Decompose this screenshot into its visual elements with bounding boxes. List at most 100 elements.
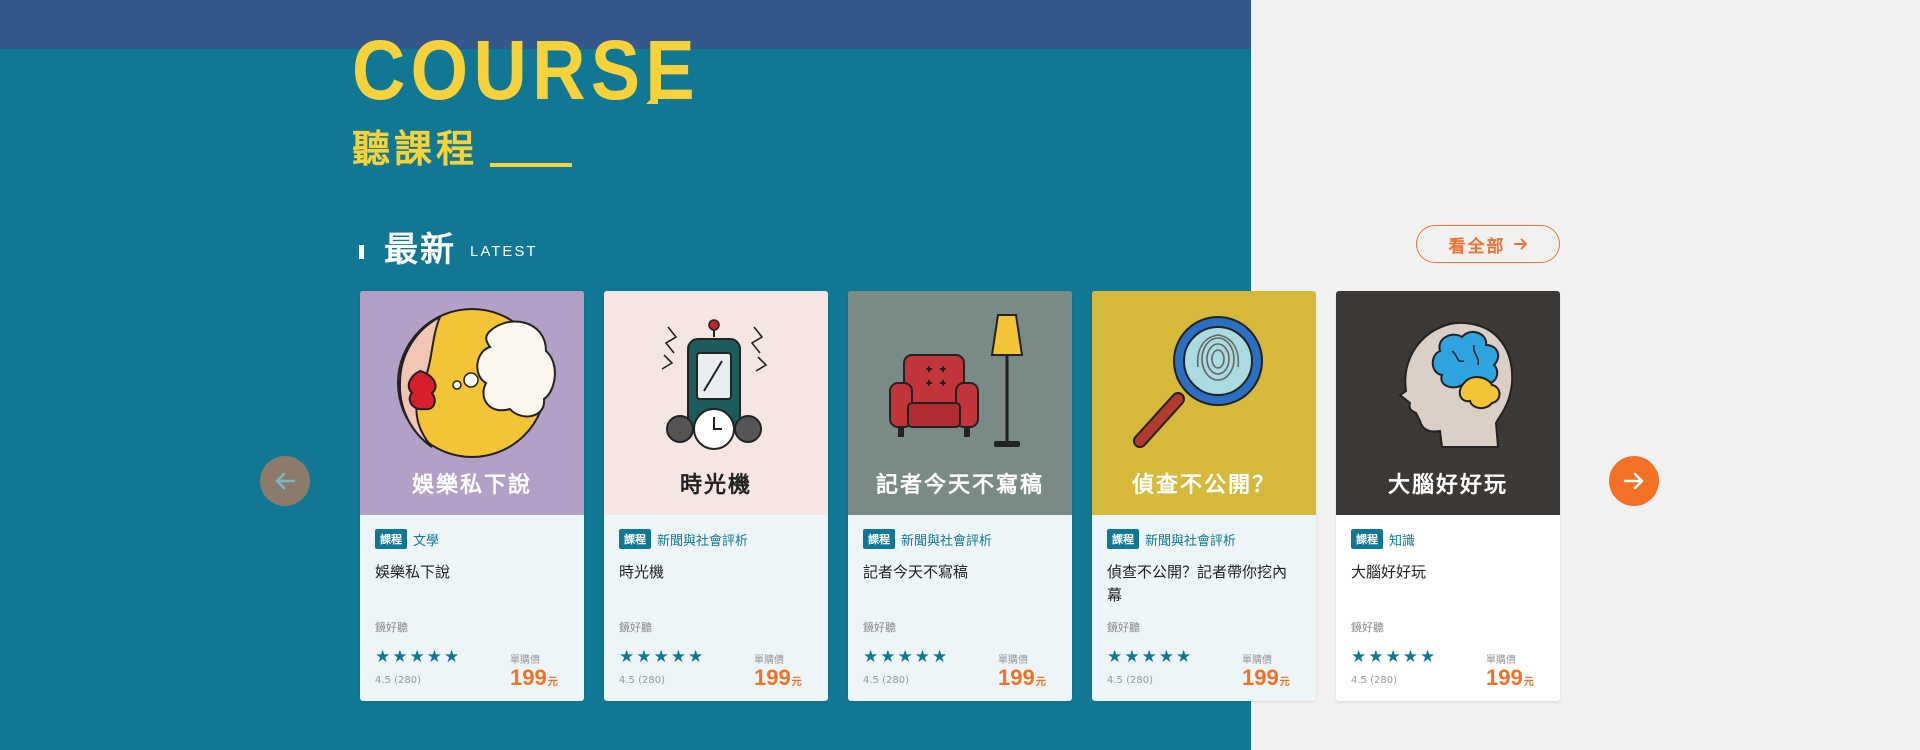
star-icon: ★: [392, 647, 408, 667]
star-icon: ★: [1176, 647, 1192, 667]
card-body: 課程 新聞與社會評析 記者今天不寫稿 鏡好聽 ★ ★ ★ ★ ★ 4.5 (280) 單…: [848, 515, 1072, 701]
card-cover-title: 偵查不公開？: [1131, 473, 1276, 498]
star-icon: ★: [1124, 647, 1140, 667]
section-header: 最新 LATEST: [359, 222, 538, 271]
star-icon: ★: [1402, 647, 1418, 667]
card-cover-title: 記者今天不寫稿: [875, 473, 1044, 498]
price-label: 單購價: [510, 655, 540, 666]
category-label: 文學: [413, 533, 440, 549]
currency: 元: [791, 677, 802, 688]
publisher: 鏡好聽: [1351, 621, 1384, 634]
section-marker: [359, 244, 364, 259]
see-all-button[interactable]: 看全部: [1416, 225, 1560, 263]
star-rating: ★ ★ ★ ★ ★: [375, 649, 459, 666]
course-title[interactable]: 娛樂私下說: [375, 561, 569, 607]
card-tag-row: 課程 新聞與社會評析: [863, 529, 1057, 549]
price-value: 199: [1486, 665, 1523, 690]
card-cover: 娛樂私下說: [360, 291, 584, 515]
card-tag-row: 課程 新聞與社會評析: [619, 529, 813, 549]
star-icon: ★: [1107, 647, 1123, 667]
category-label: 新聞與社會評析: [1145, 533, 1237, 549]
star-icon: ★: [1351, 647, 1367, 667]
star-icon: ★: [897, 647, 913, 667]
card-body: 課程 文學 娛樂私下說 鏡好聽 ★ ★ ★ ★ ★ 4.5 (280) 單購價 199元: [360, 515, 584, 701]
currency: 元: [1523, 677, 1534, 688]
star-icon: ★: [1141, 647, 1157, 667]
rating-text: 4.5 (280): [375, 675, 421, 686]
type-badge: 課程: [1107, 529, 1139, 549]
currency: 元: [1035, 677, 1046, 688]
card-cover: 記者今天不寫稿: [848, 291, 1072, 515]
price-label: 單購價: [998, 655, 1028, 666]
currency: 元: [547, 677, 558, 688]
publisher: 鏡好聽: [863, 621, 896, 634]
card-cover: 時光機: [604, 291, 828, 515]
category-label: 知識: [1389, 533, 1416, 549]
currency: 元: [1279, 677, 1290, 688]
price: 199元: [1486, 665, 1546, 691]
price: 199元: [510, 665, 570, 691]
course-title[interactable]: 大腦好好玩: [1351, 561, 1545, 607]
card-tag-row: 課程 知識: [1351, 529, 1545, 549]
hero-triangle-decoration: [646, 92, 658, 104]
card-tag-row: 課程 文學: [375, 529, 569, 549]
card-cover-title: 大腦好好玩: [1387, 473, 1508, 498]
course-card[interactable]: 時光機 課程 新聞與社會評析 時光機 鏡好聽 ★ ★ ★ ★ ★ 4.5 (280) 單…: [604, 291, 828, 701]
rating-text: 4.5 (280): [619, 675, 665, 686]
publisher: 鏡好聽: [1107, 621, 1140, 634]
course-card[interactable]: 娛樂私下說 課程 文學 娛樂私下說 鏡好聽 ★ ★ ★ ★ ★ 4.5 (280) 單購…: [360, 291, 584, 701]
section-title: 最新: [384, 230, 456, 270]
price-label: 單購價: [754, 655, 784, 666]
type-badge: 課程: [1351, 529, 1383, 549]
carousel-prev-button[interactable]: [260, 456, 310, 506]
rating-text: 4.5 (280): [863, 675, 909, 686]
arrow-right-icon: [1513, 238, 1527, 250]
hero-subtitle: 聽課程: [352, 127, 479, 171]
see-all-label: 看全部: [1448, 236, 1506, 256]
course-title[interactable]: 記者今天不寫稿: [863, 561, 1057, 607]
arrow-left-icon: [275, 472, 296, 490]
course-card[interactable]: 偵查不公開？ 課程 新聞與社會評析 偵查不公開？記者帶你挖內幕 鏡好聽 ★ ★ ★ ★…: [1092, 291, 1316, 701]
star-icon: ★: [1158, 647, 1174, 667]
price-value: 199: [1242, 665, 1279, 690]
card-body: 課程 新聞與社會評析 時光機 鏡好聽 ★ ★ ★ ★ ★ 4.5 (280) 單購價 1…: [604, 515, 828, 701]
section-subtitle-en: LATEST: [470, 243, 538, 260]
star-icon: ★: [619, 647, 635, 667]
star-rating: ★ ★ ★ ★ ★: [1107, 649, 1191, 666]
price: 199元: [998, 665, 1058, 691]
star-rating: ★ ★ ★ ★ ★: [619, 649, 703, 666]
price-label: 單購價: [1242, 655, 1272, 666]
star-rating: ★ ★ ★ ★ ★: [1351, 649, 1435, 666]
star-icon: ★: [932, 647, 948, 667]
star-icon: ★: [409, 647, 425, 667]
star-icon: ★: [1420, 647, 1436, 667]
star-icon: ★: [636, 647, 652, 667]
course-card[interactable]: 大腦好好玩 課程 知識 大腦好好玩 鏡好聽 ★ ★ ★ ★ ★ 4.5 (280) 單購…: [1336, 291, 1560, 701]
star-icon: ★: [880, 647, 896, 667]
card-cover: 大腦好好玩: [1336, 291, 1560, 515]
star-rating: ★ ★ ★ ★ ★: [863, 649, 947, 666]
course-title[interactable]: 偵查不公開？記者帶你挖內幕: [1107, 561, 1301, 607]
price-label: 單購價: [1486, 655, 1516, 666]
arrow-right-icon: [1623, 472, 1644, 490]
star-icon: ★: [375, 647, 391, 667]
hero-underline: [490, 163, 573, 167]
course-title[interactable]: 時光機: [619, 561, 813, 607]
card-body: 課程 知識 大腦好好玩 鏡好聽 ★ ★ ★ ★ ★ 4.5 (280) 單購價 199元: [1336, 515, 1560, 701]
rating-text: 4.5 (280): [1107, 675, 1153, 686]
card-body: 課程 新聞與社會評析 偵查不公開？記者帶你挖內幕 鏡好聽 ★ ★ ★ ★ ★ 4.5 (…: [1092, 515, 1316, 701]
star-icon: ★: [653, 647, 669, 667]
carousel-next-button[interactable]: [1609, 456, 1659, 506]
course-card-list: 娛樂私下說 課程 文學 娛樂私下說 鏡好聽 ★ ★ ★ ★ ★ 4.5 (280) 單購…: [360, 291, 1560, 701]
price: 199元: [754, 665, 814, 691]
card-cover: 偵查不公開？: [1092, 291, 1316, 515]
card-cover-title: 娛樂私下說: [411, 473, 532, 498]
star-icon: ★: [863, 647, 879, 667]
publisher: 鏡好聽: [619, 621, 652, 634]
star-icon: ★: [1385, 647, 1401, 667]
star-icon: ★: [914, 647, 930, 667]
course-card[interactable]: 記者今天不寫稿 課程 新聞與社會評析 記者今天不寫稿 鏡好聽 ★ ★ ★ ★ ★ 4.5…: [848, 291, 1072, 701]
hero-subtitle-row: 聽課程: [352, 118, 573, 173]
type-badge: 課程: [375, 529, 407, 549]
type-badge: 課程: [863, 529, 895, 549]
